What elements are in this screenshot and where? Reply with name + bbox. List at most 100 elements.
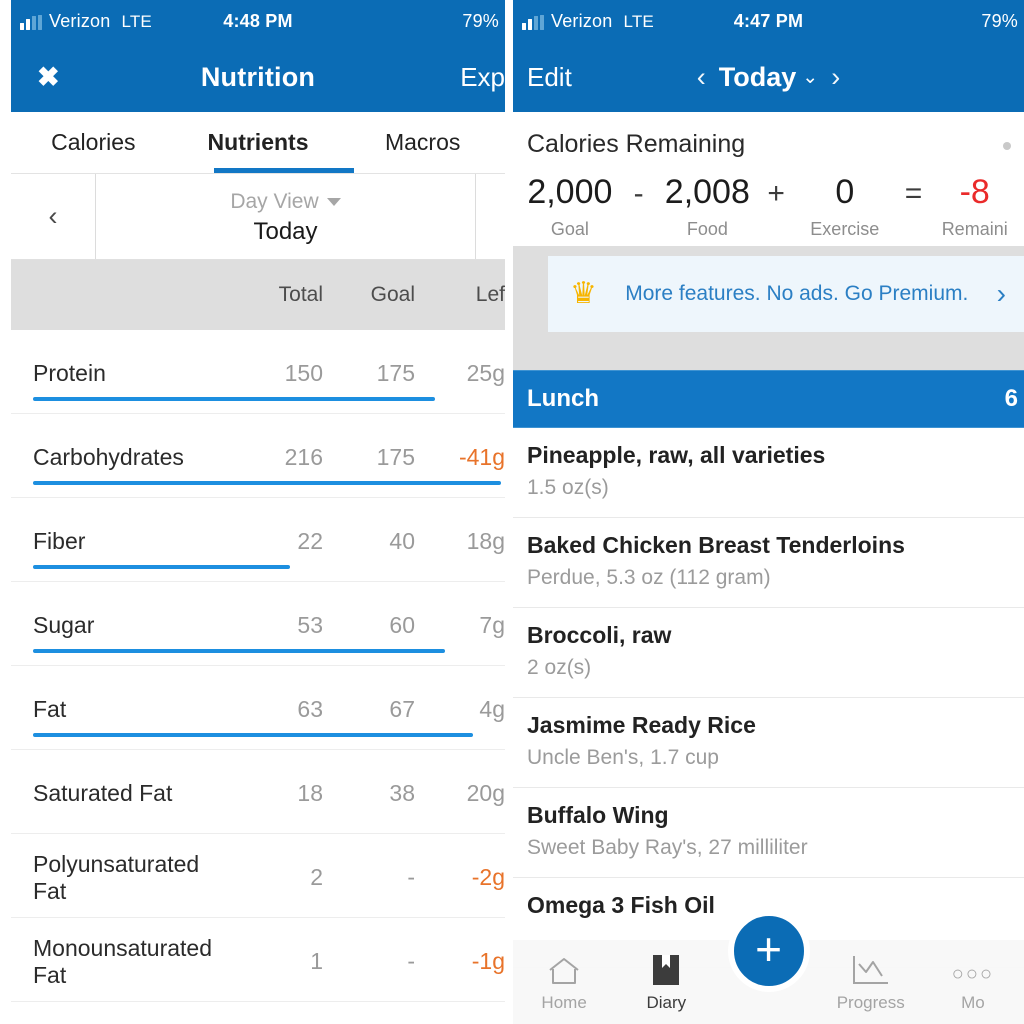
chevron-right-icon[interactable]: › xyxy=(831,62,840,93)
calories-summary: Calories Remaining 2,000 Goal -2,008 Food +0… xyxy=(513,112,1024,246)
nutrient-row[interactable]: Saturated Fat 18 38 20g xyxy=(11,750,505,834)
food-serving: Perdue, 5.3 oz (112 gram) xyxy=(527,566,771,589)
nutrient-row[interactable]: Fiber 22 40 18g xyxy=(11,498,505,582)
calories-equation-row: 2,000 Goal -2,008 Food +0 Exercise = -8 Remaini xyxy=(513,159,1024,240)
food-entry-row[interactable]: Baked Chicken Breast Tenderloins Perdue, … xyxy=(513,518,1024,608)
food-entry-row[interactable]: Broccoli, raw 2 oz(s) xyxy=(513,608,1024,698)
clock-label: 4:48 PM xyxy=(223,10,293,31)
nutrient-progress-bar xyxy=(33,565,291,569)
meal-section-header[interactable]: Lunch 6 xyxy=(513,370,1024,428)
nutrient-row-line: Polyunsaturated Fat 2 - -2g xyxy=(11,834,505,917)
food-entry-list: Pineapple, raw, all varieties 1.5 oz(s) Ba… xyxy=(513,428,1024,968)
calorie-label: Food xyxy=(686,219,728,239)
nutrient-row-line: Saturated Fat 18 38 20g xyxy=(11,750,505,833)
nutrient-left: -41g xyxy=(458,444,505,470)
tab-macros[interactable]: Macros xyxy=(340,129,505,156)
nutrient-name: Protein xyxy=(33,360,106,386)
nutrient-row[interactable]: Fat 63 67 4g xyxy=(11,666,505,750)
tab-diary[interactable]: Diary xyxy=(615,952,717,1013)
calorie-value: 0 xyxy=(835,173,855,211)
calorie-operator: + xyxy=(767,177,785,210)
chevron-down-icon[interactable]: ⌄ xyxy=(802,66,818,89)
nutrient-row[interactable]: Carbohydrates 216 175 -41g xyxy=(11,414,505,498)
calorie-label: Goal xyxy=(550,219,589,239)
status-bar-left: Verizon LTE 4:48 PM 79% xyxy=(11,0,505,42)
food-serving: 2 oz(s) xyxy=(527,656,592,679)
calories-summary-title: Calories Remaining xyxy=(513,130,1024,159)
tab-calories[interactable]: Calories xyxy=(11,129,176,156)
food-entry-row[interactable]: Pineapple, raw, all varieties 1.5 oz(s) xyxy=(513,428,1024,518)
add-entry-button[interactable]: + xyxy=(727,910,810,992)
meal-name-label: Lunch xyxy=(527,385,599,412)
column-header-total: Total xyxy=(278,283,323,306)
food-entry-main: Buffalo Wing Sweet Baby Ray's, 27 millili… xyxy=(527,802,1018,860)
nutrient-total: 63 xyxy=(297,696,323,722)
food-name: Jasmime Ready Rice xyxy=(527,712,756,738)
nutrient-row-line: Monounsaturated Fat 1 - -1g xyxy=(11,918,505,1001)
premium-banner-text: More features. No ads. Go Premium. xyxy=(625,282,969,305)
edit-button[interactable]: Edit xyxy=(513,62,572,93)
nutrient-progress-bar xyxy=(33,397,436,401)
plus-icon: + xyxy=(755,922,782,975)
nutrient-row[interactable]: Protein 150 175 25g xyxy=(11,330,505,414)
chevron-left-icon[interactable]: ‹ xyxy=(11,174,96,259)
day-view-label: Day View xyxy=(230,189,319,213)
chevron-right-icon: › xyxy=(996,278,1006,309)
nutrient-total: 22 xyxy=(297,528,323,554)
food-serving: 1.5 oz(s) xyxy=(527,476,609,499)
calorie-cell-exercise: 0 Exercise xyxy=(788,173,902,240)
nutrition-screen-panel: Verizon LTE 4:48 PM 79% ✖ Nutrition Exp … xyxy=(11,0,505,1024)
nutrient-progress-bar xyxy=(33,733,473,737)
nutrient-left: 7g xyxy=(479,612,505,638)
food-serving: Uncle Ben's, 1.7 cup xyxy=(527,746,719,769)
diary-date-label[interactable]: Today xyxy=(719,62,797,93)
food-entry-row[interactable]: Buffalo Wing Sweet Baby Ray's, 27 millili… xyxy=(513,788,1024,878)
day-view-selector[interactable]: Day View Today xyxy=(96,174,475,259)
nutrient-row[interactable]: Sugar 53 60 7g xyxy=(11,582,505,666)
chevron-left-icon[interactable]: ‹ xyxy=(697,62,706,93)
day-view-mode-row[interactable]: Day View xyxy=(230,189,341,214)
nutrient-name: Sugar xyxy=(33,612,95,638)
food-name: Pineapple, raw, all varieties xyxy=(527,442,826,468)
tab-home[interactable]: Home xyxy=(513,952,615,1013)
nutrient-total: 1 xyxy=(310,948,323,974)
nutrient-row[interactable]: Trans Fat000g xyxy=(11,1002,505,1024)
nutrient-row-line: Trans Fat000g xyxy=(11,1002,505,1024)
tab-nutrients[interactable]: Nutrients xyxy=(176,129,341,156)
day-next-cell[interactable] xyxy=(475,174,505,259)
book-icon xyxy=(652,952,680,986)
nutrient-goal: 38 xyxy=(389,780,415,806)
status-bar-right: Verizon LTE 4:47 PM 79% xyxy=(513,0,1024,42)
nutrition-tabs: Calories Nutrients Macros xyxy=(11,112,505,174)
nutrient-row[interactable]: Polyunsaturated Fat 2 - -2g xyxy=(11,834,505,918)
nutrient-left: 25g xyxy=(466,360,505,386)
nutrient-name: Monounsaturated Fat xyxy=(33,934,213,988)
calorie-cell-remaini: -8 Remaini xyxy=(925,173,1024,240)
nutrient-row[interactable]: Monounsaturated Fat 1 - -1g xyxy=(11,918,505,1002)
calorie-label: Remaini xyxy=(941,219,1008,239)
info-dot-icon[interactable] xyxy=(1003,142,1011,150)
nutrient-name: Fiber xyxy=(33,528,86,554)
nutrient-left: 18g xyxy=(466,528,505,554)
tab-home-label: Home xyxy=(541,992,587,1012)
tab-more[interactable]: ○○○ Mo xyxy=(922,952,1024,1013)
calorie-cell-goal: 2,000 Goal xyxy=(513,173,627,240)
premium-banner[interactable]: ♛ More features. No ads. Go Premium. › xyxy=(548,256,1024,332)
column-header-goal: Goal xyxy=(370,283,415,306)
export-button[interactable]: Exp xyxy=(460,62,505,93)
nutrient-goal: 175 xyxy=(376,444,415,470)
food-entry-row[interactable]: Jasmime Ready Rice Uncle Ben's, 1.7 cup xyxy=(513,698,1024,788)
nutrient-table-body: Protein 150 175 25g Carbohydrates 216 175 -41g F… xyxy=(11,330,505,1024)
nutrient-goal: 175 xyxy=(376,360,415,386)
crown-icon: ♛ xyxy=(570,277,597,310)
nutrient-goal: 40 xyxy=(389,528,415,554)
chart-icon xyxy=(851,952,891,986)
close-icon[interactable]: ✖ xyxy=(11,63,60,91)
tab-more-label: Mo xyxy=(961,992,985,1012)
column-header-left: Lef xyxy=(475,283,505,306)
nutrient-name: Fat xyxy=(33,696,67,722)
calorie-operator: - xyxy=(633,177,644,210)
tab-progress[interactable]: Progress xyxy=(820,952,922,1013)
nutrient-total: 18 xyxy=(297,780,323,806)
calories-remaining-label: Calories Remaining xyxy=(527,130,746,158)
